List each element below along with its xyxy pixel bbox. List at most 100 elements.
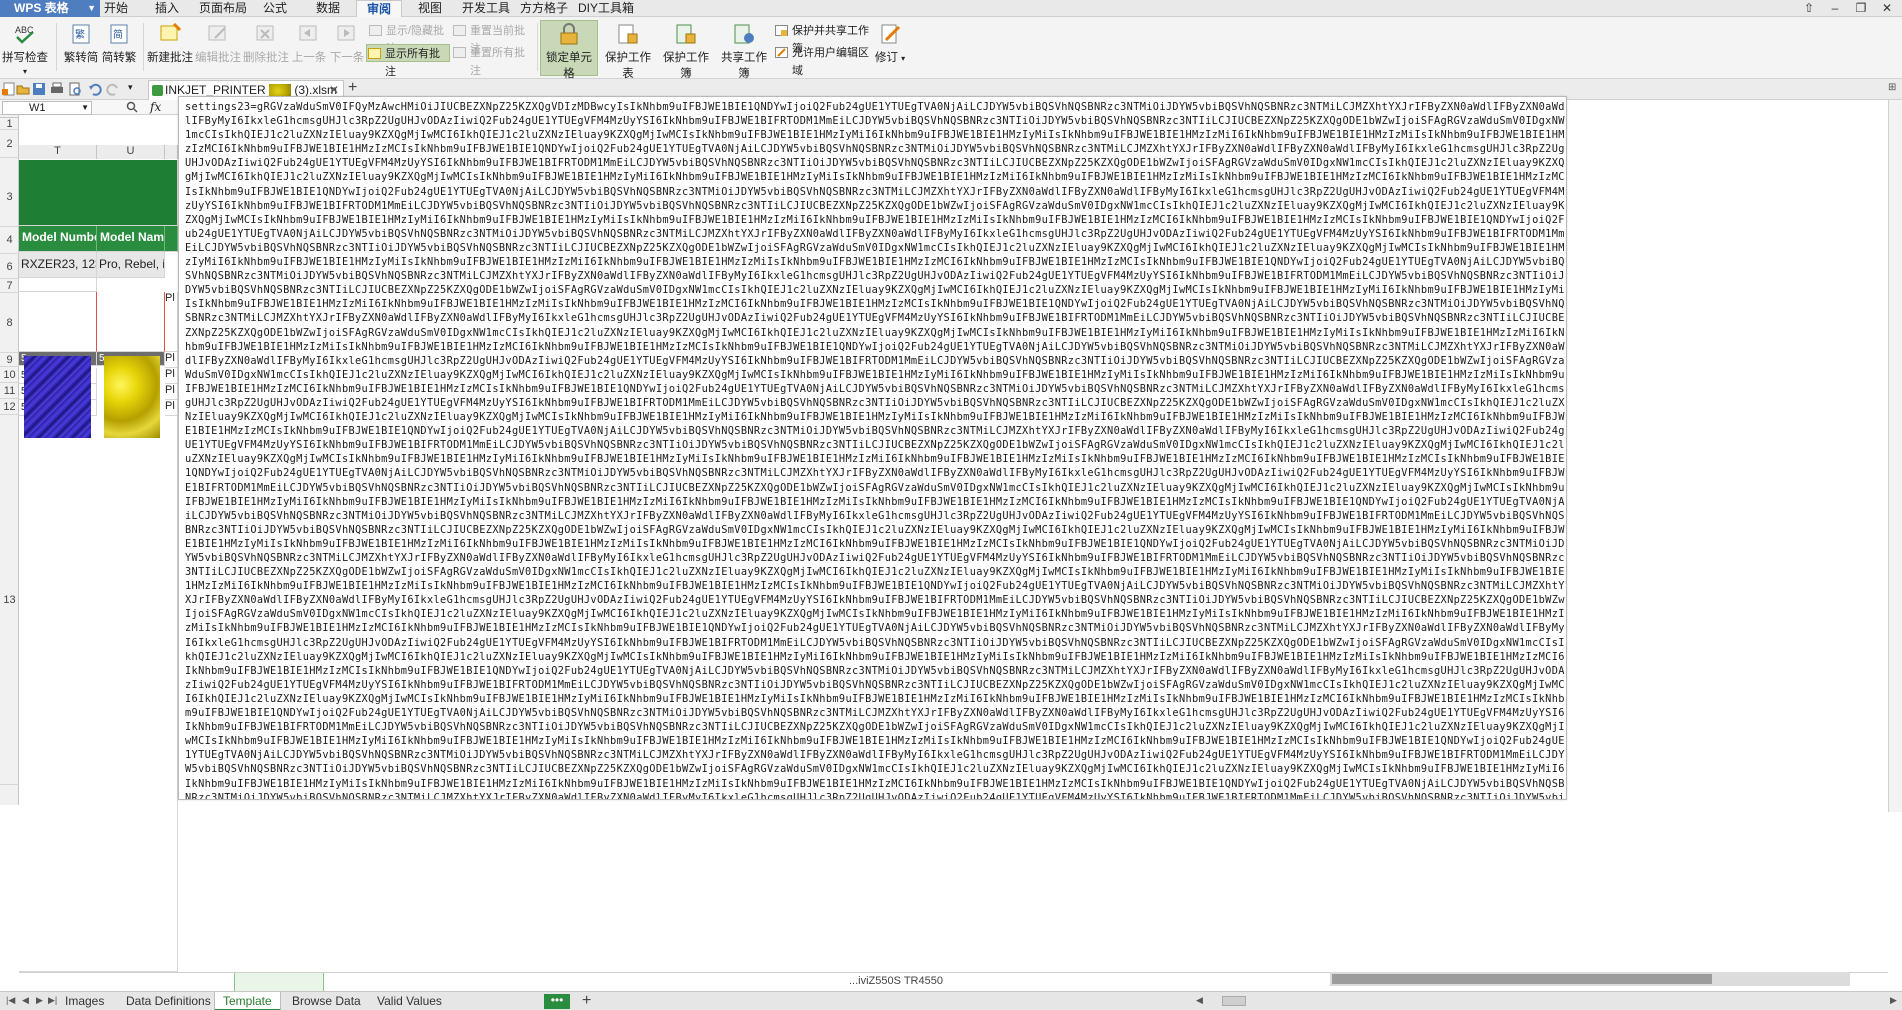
row-header[interactable]: 13 — [0, 415, 19, 785]
model-name-header-cell[interactable]: Model Name — [97, 226, 165, 252]
delete-comment-button[interactable]: 删除批注 — [243, 21, 289, 73]
prev-sheet-icon[interactable]: ◀ — [22, 995, 29, 1006]
redo-icon[interactable] — [106, 82, 120, 96]
menu-developer[interactable]: 开发工具 — [462, 0, 510, 17]
row-header[interactable]: 12 — [0, 399, 19, 415]
settings-text-box[interactable]: settings23=gRGVzaWduSmV0IFQyMzAwcHMiOiJI… — [178, 96, 1567, 800]
new-comment-button[interactable]: 新建批注 — [147, 21, 193, 73]
sheet-tab-template[interactable]: Template — [214, 992, 281, 1010]
grid-cell[interactable]: Pl — [165, 368, 178, 384]
grid-cell[interactable]: Pl — [165, 352, 178, 368]
window-menu-icon[interactable]: ⊞ — [1888, 82, 1896, 93]
print-icon[interactable] — [50, 82, 64, 96]
revise-label: 修订 — [874, 52, 898, 64]
product-thumbnail-yellow[interactable] — [104, 356, 160, 438]
column-header-t[interactable]: T — [19, 145, 97, 159]
edit-comment-button[interactable]: 编辑批注 — [195, 21, 241, 73]
first-sheet-icon[interactable]: |◀ — [6, 995, 15, 1006]
scroll-right-icon[interactable]: ▶ — [1890, 995, 1897, 1006]
new-file-icon[interactable] — [2, 82, 16, 96]
function-icon[interactable]: fx — [150, 100, 161, 114]
chevron-down-icon: ▾ — [22, 67, 27, 76]
scroll-left-icon[interactable]: ◀ — [1196, 995, 1203, 1006]
grid-cell[interactable]: Pl — [165, 292, 178, 352]
print-preview-icon[interactable] — [68, 82, 82, 96]
row-header[interactable]: 4 — [0, 227, 19, 254]
grid-cell[interactable]: Pl — [165, 384, 178, 400]
product-thumbnail-blue[interactable] — [24, 356, 91, 438]
menu-home[interactable]: 开始 — [104, 0, 128, 17]
menu-review[interactable]: 审阅 — [356, 0, 403, 18]
protect-and-share-button[interactable]: 保护并共享工作簿 — [774, 22, 874, 55]
column-header-v[interactable] — [165, 145, 178, 159]
menu-diy-toolbox[interactable]: DIY工具箱 — [578, 0, 634, 17]
sheet-tab-images[interactable]: Images — [57, 992, 112, 1010]
column-header-u[interactable]: U — [97, 145, 165, 159]
last-sheet-icon[interactable]: ▶| — [48, 995, 57, 1006]
sheet-tab-data-definitions[interactable]: Data Definitions — [118, 992, 219, 1010]
tab-scroll-thumb[interactable] — [1222, 996, 1246, 1006]
show-all-comments-button[interactable]: 显示所有批注 — [366, 44, 450, 78]
menu-data[interactable]: 数据 — [316, 0, 340, 17]
chevron-down-icon[interactable]: ▾ — [128, 82, 142, 96]
model-number-cell[interactable]: RXZER23, 123 — [19, 252, 97, 278]
add-sheet-button[interactable]: + — [582, 992, 591, 1010]
app-menu-button[interactable]: WPS 表格 ▼ — [0, 0, 100, 17]
sheet-tab-browse-data[interactable]: Browse Data — [284, 992, 369, 1010]
menu-formulas[interactable]: 公式 — [263, 0, 287, 17]
next-sheet-icon[interactable]: ▶ — [36, 995, 43, 1006]
more-sheets-button[interactable]: ••• — [544, 994, 570, 1009]
header-cell[interactable] — [165, 226, 178, 252]
allow-edit-ranges-button[interactable]: 允许用户编辑区域 — [774, 44, 874, 77]
next-comment-button[interactable]: 下一条 — [328, 21, 366, 73]
sheet-tab-valid-values[interactable]: Valid Values — [369, 992, 450, 1010]
row-header[interactable]: 1 — [0, 117, 19, 130]
horizontal-scrollbar[interactable] — [1330, 972, 1850, 986]
row-header[interactable]: 2 — [0, 130, 19, 158]
row-header[interactable]: 11 — [0, 383, 19, 399]
grid-cell[interactable] — [19, 292, 97, 352]
revise-button[interactable]: 修订 ▾ — [874, 21, 906, 73]
reset-all-comments-button[interactable]: 重置所有批注 — [452, 44, 534, 77]
share-workbook-button[interactable]: 共享工作簿 — [716, 21, 772, 80]
search-icon[interactable] — [126, 101, 138, 113]
name-box[interactable]: W1 ▼ — [2, 101, 92, 115]
previous-comment-button[interactable]: 上一条 — [290, 21, 328, 73]
selected-column-marker — [234, 973, 324, 991]
show-hide-comment-button[interactable]: 显示/隐藏批注 — [368, 22, 454, 55]
reset-current-comment-button[interactable]: 重置当前批注 — [452, 22, 534, 55]
row-header[interactable]: 8 — [0, 293, 19, 353]
menu-view[interactable]: 视图 — [418, 0, 442, 17]
grid-cell[interactable] — [19, 416, 178, 972]
spell-check-button[interactable]: ABC 拼写检查 ▾ — [0, 21, 50, 76]
menu-fangfang-grid[interactable]: 方方格子 — [520, 0, 568, 17]
protect-workbook-button[interactable]: 保护工作簿 — [658, 21, 714, 80]
header-banner-cell[interactable] — [19, 160, 178, 226]
row-header[interactable]: 7 — [0, 279, 19, 293]
trad-to-simp-button[interactable]: 繁 繁转简 — [62, 21, 100, 73]
model-number-header-cell[interactable]: Model Number — [19, 226, 97, 252]
row-header[interactable]: 9 — [0, 353, 19, 367]
row-header[interactable]: 6 — [0, 255, 19, 279]
row-header[interactable]: 3 — [0, 167, 19, 227]
simp-to-trad-button[interactable]: 简 简转繁 — [100, 21, 138, 73]
grid-cell[interactable] — [19, 278, 97, 292]
grid-cell[interactable]: Pl — [165, 400, 178, 416]
protect-sheet-button[interactable]: 保护工作表 — [600, 21, 656, 80]
open-folder-icon[interactable] — [16, 82, 30, 96]
row-header[interactable]: 10 — [0, 367, 19, 383]
reset-all-icon — [453, 47, 466, 59]
lock-cell-button[interactable]: 锁定单元格 — [540, 20, 598, 80]
new-tab-icon[interactable]: + — [348, 79, 357, 97]
menu-page-layout[interactable]: 页面布局 — [199, 0, 247, 17]
grid-cell[interactable] — [97, 292, 165, 352]
ribbon-collapse-icon[interactable]: ⇧ — [1796, 0, 1822, 17]
model-name-cell[interactable]: Pro, Rebel, iP — [97, 252, 165, 278]
close-window-icon[interactable]: ✕ — [1874, 0, 1900, 17]
menu-insert[interactable]: 插入 — [155, 0, 179, 17]
scrollbar-thumb[interactable] — [1332, 974, 1712, 984]
minimize-icon[interactable]: – — [1822, 0, 1848, 17]
restore-icon[interactable]: ❐ — [1848, 0, 1874, 17]
save-icon[interactable] — [32, 82, 46, 96]
undo-icon[interactable] — [88, 82, 102, 96]
